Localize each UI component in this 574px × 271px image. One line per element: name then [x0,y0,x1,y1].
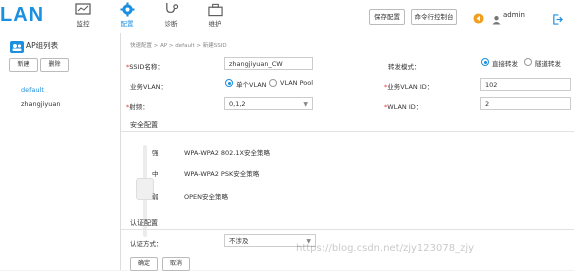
forward-direct-label: 直接转发 [492,60,518,68]
policy-open[interactable]: OPEN安全策略 [184,191,228,201]
level-weak: 弱 [152,193,159,201]
sidebar-item-zhangjiyuan[interactable]: zhangjiyuan [21,100,60,108]
sidebar-title: AP组列表 [26,41,59,50]
vlan-pool-radio[interactable] [269,79,277,87]
auth-section-title: 认证配置 [130,219,158,227]
policy-psk[interactable]: WPA-WPA2 PSK安全策略 [184,168,259,178]
vlan-pool-label: VLAN Pool [280,79,314,87]
radio-freq-select[interactable]: 0,1,2 ▼ [224,97,313,110]
toolbox-icon [200,2,230,17]
security-section-title: 安全配置 [130,121,158,129]
delete-group-button[interactable]: 删除 [40,58,69,72]
username[interactable]: admin [503,11,525,19]
auth-section-header: 认证配置 [121,215,574,230]
forward-tunnel-label: 隧道转发 [535,60,561,68]
ap-group-icon [10,38,24,57]
forward-tunnel-radio[interactable] [524,58,532,66]
sidebar-item-default[interactable]: default [21,86,44,94]
policy-8021x[interactable]: WPA-WPA2 802.1X安全策略 [184,147,270,157]
ssid-label: *SSID名称： [126,63,164,71]
logout-icon[interactable] [552,10,563,29]
cancel-button[interactable]: 取消 [162,257,190,271]
level-medium: 中 [152,170,159,178]
user-icon [492,10,501,29]
wlan-id-input[interactable]: 2 [480,97,571,110]
vlan-id-input[interactable]: 102 [480,78,571,91]
stethoscope-icon [156,2,186,17]
nav-config[interactable]: 配置 [112,2,142,28]
vlan-single-radio[interactable] [225,79,233,87]
vlan-label: 业务VLAN： [130,83,168,91]
nav-maintain-label: 维护 [208,20,222,28]
breadcrumb: 快速配置 > AP > default > 新建SSID [130,43,227,49]
nav-maintain[interactable]: 维护 [200,2,230,28]
vlan-id-label: *业务VLAN ID： [384,83,434,91]
monitor-icon [68,2,98,17]
top-bar: LAN 监控 配置 诊断 维护 保存配置 命令行控制台 admin [0,0,574,34]
chevron-down-icon: ▼ [303,101,308,108]
watermark: https://blog.csdn.net/zjy123078_zjy [296,243,475,254]
nav-diagnose-label: 诊断 [164,20,178,28]
radio-freq-label: *射频： [126,103,149,111]
nav-monitor[interactable]: 监控 [68,2,98,28]
save-config-button[interactable]: 保存配置 [369,9,405,25]
auth-method-label: 认证方式： [130,240,163,248]
ok-button[interactable]: 确定 [130,257,158,271]
auth-method-value: 不涉及 [229,237,249,245]
forward-direct-radio[interactable] [481,58,489,66]
new-group-button[interactable]: 新建 [9,58,38,72]
gear-icon [112,2,142,17]
vlan-single-label: 单个VLAN [236,81,267,89]
nav-monitor-label: 监控 [76,20,90,28]
radio-freq-value: 0,1,2 [229,100,246,108]
forward-mode-label: 转发模式： [388,63,421,71]
wlan-id-label: *WLAN ID： [384,103,423,111]
ap-group-sidebar: AP组列表 新建 删除 default zhangjiyuan [0,33,121,270]
back-arrow-icon[interactable] [473,9,484,28]
console-button[interactable]: 命令行控制台 [411,9,457,25]
ssid-input[interactable]: zhangjiyuan_CW [224,57,313,70]
nav-config-label: 配置 [120,20,134,28]
app-logo: LAN [0,4,45,26]
security-section-header: 安全配置 [121,117,574,132]
main-panel: 快速配置 > AP > default > 新建SSID *SSID名称： zh… [121,33,574,271]
level-strong: 强 [152,149,159,157]
nav-diagnose[interactable]: 诊断 [156,2,186,28]
